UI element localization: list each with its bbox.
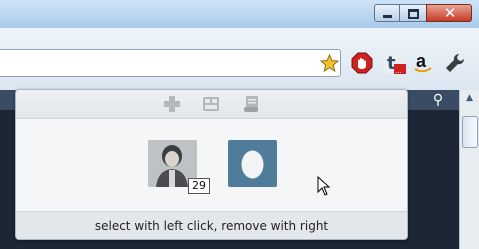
page-search-icon[interactable]: ⚲ bbox=[426, 90, 450, 110]
address-bar[interactable] bbox=[0, 49, 341, 77]
t-extension-button[interactable]: t ... bbox=[384, 52, 406, 75]
window-titlebar: ✕ bbox=[0, 0, 479, 28]
add-icon[interactable] bbox=[163, 95, 181, 113]
close-icon: ✕ bbox=[443, 4, 457, 22]
maximize-button[interactable] bbox=[399, 4, 427, 22]
scroll-up-arrow-icon[interactable]: ▲ bbox=[460, 90, 479, 107]
extension-popup: 29 select with left click, remove with r… bbox=[15, 89, 408, 240]
amazon-icon[interactable]: a bbox=[412, 52, 434, 74]
account-avatar-default[interactable] bbox=[228, 140, 277, 187]
popup-toolbar bbox=[16, 90, 407, 119]
star-icon[interactable] bbox=[320, 54, 339, 72]
scroll-thumb[interactable] bbox=[462, 116, 478, 148]
scroll-doc-icon[interactable] bbox=[243, 95, 261, 113]
close-button[interactable]: ✕ bbox=[426, 4, 472, 22]
popup-instructions: select with left click, remove with righ… bbox=[16, 211, 407, 239]
maximize-icon bbox=[408, 9, 419, 19]
wrench-icon[interactable] bbox=[444, 52, 466, 74]
stop-icon[interactable] bbox=[351, 52, 373, 74]
minimize-button[interactable] bbox=[374, 4, 400, 22]
svg-text:a: a bbox=[416, 52, 427, 71]
svg-text:...: ... bbox=[395, 67, 402, 74]
t-extension-icon: t ... bbox=[384, 52, 406, 75]
minimize-icon bbox=[383, 15, 392, 18]
account-count-badge: 29 bbox=[188, 178, 210, 194]
vertical-scrollbar[interactable]: ▲ bbox=[459, 90, 479, 249]
egg-icon bbox=[241, 150, 264, 179]
mouse-cursor-icon bbox=[317, 176, 331, 196]
grid-icon[interactable] bbox=[202, 95, 220, 113]
